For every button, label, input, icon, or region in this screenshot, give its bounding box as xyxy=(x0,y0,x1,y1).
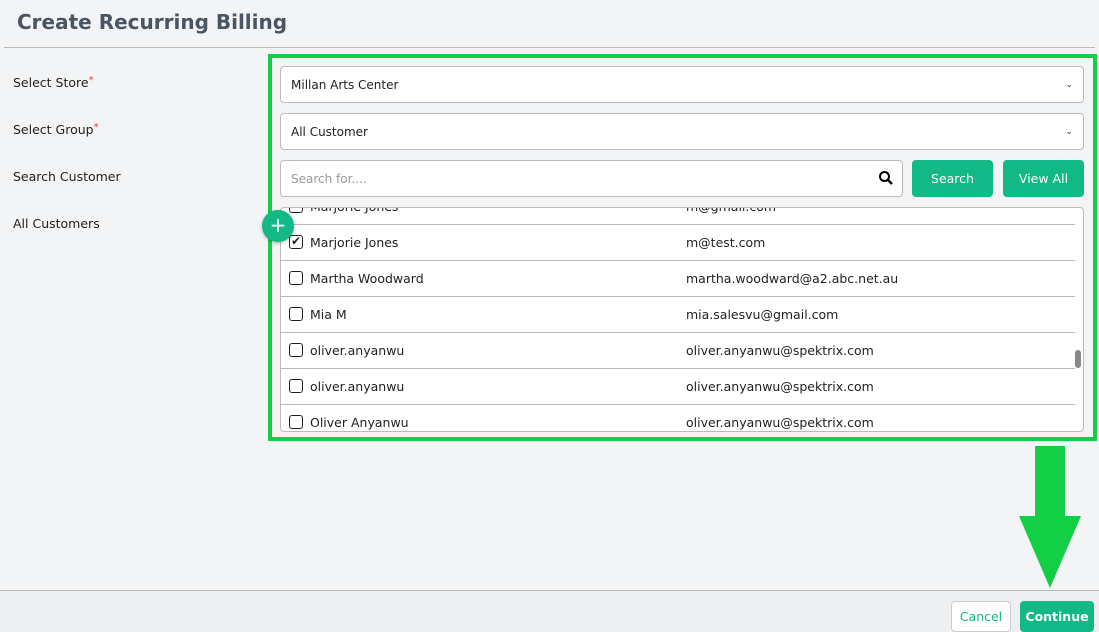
search-customer-label: Search Customer xyxy=(13,169,121,184)
checkbox[interactable] xyxy=(289,208,303,213)
customer-name: Oliver Anyanwu xyxy=(310,415,409,430)
view-all-button[interactable]: View All xyxy=(1003,160,1084,197)
group-select[interactable]: All Customer ⌄ xyxy=(280,113,1084,150)
customer-name: oliver.anyanwu xyxy=(310,343,405,358)
group-value: All Customer xyxy=(291,125,368,139)
chevron-down-icon: ⌄ xyxy=(1065,80,1073,90)
required-mark: * xyxy=(93,122,99,133)
divider xyxy=(4,47,1095,48)
required-mark: * xyxy=(88,75,94,86)
customer-rows: Marjorie Jones m@gmail.com ✔ Marjorie Jones… xyxy=(281,208,1075,431)
customer-email: martha.woodward@a2.abc.net.au xyxy=(686,271,899,286)
table-row[interactable]: Martha Woodward martha.woodward@a2.abc.ne… xyxy=(281,261,1075,297)
table-row[interactable]: ✔ Marjorie Jones m@test.com xyxy=(281,225,1075,261)
search-button[interactable]: Search xyxy=(912,160,993,197)
checkbox[interactable] xyxy=(289,343,303,357)
search-icon[interactable] xyxy=(878,170,894,186)
customer-list[interactable]: Marjorie Jones m@gmail.com ✔ Marjorie Jones… xyxy=(280,207,1084,432)
checkbox[interactable] xyxy=(289,415,303,429)
customer-email: oliver.anyanwu@spektrix.com xyxy=(686,379,874,394)
customer-email: m@gmail.com xyxy=(686,208,776,225)
page-title: Create Recurring Billing xyxy=(17,10,288,34)
customer-name: Mia M xyxy=(310,307,347,322)
table-row[interactable]: Oliver Anyanwu oliver.anyanwu@spektrix.co… xyxy=(281,405,1075,431)
store-label-text: Select Store xyxy=(13,75,89,90)
add-button[interactable]: + xyxy=(262,210,294,242)
customer-email: oliver.anyanwu@spektrix.com xyxy=(686,415,874,430)
group-label: Select Group* xyxy=(13,122,99,137)
customer-email: m@test.com xyxy=(686,235,766,250)
search-placeholder: Search for.... xyxy=(291,172,367,186)
scrollbar-thumb[interactable] xyxy=(1075,350,1081,368)
customer-name: Marjorie Jones xyxy=(310,235,399,250)
continue-button[interactable]: Continue xyxy=(1020,601,1094,632)
checkbox[interactable] xyxy=(289,307,303,321)
store-select[interactable]: Millan Arts Center ⌄ xyxy=(280,66,1084,103)
table-row[interactable]: oliver.anyanwu oliver.anyanwu@spektrix.co… xyxy=(281,333,1075,369)
customer-email: oliver.anyanwu@spektrix.com xyxy=(686,343,874,358)
group-label-text: Select Group xyxy=(13,122,94,137)
customer-name: Marjorie Jones xyxy=(310,208,398,225)
customer-name: Martha Woodward xyxy=(310,271,424,286)
cancel-button[interactable]: Cancel xyxy=(951,601,1011,632)
checkbox[interactable] xyxy=(289,271,303,285)
store-label: Select Store* xyxy=(13,75,94,90)
arrow-down-icon xyxy=(1019,446,1081,588)
table-row[interactable]: Marjorie Jones m@gmail.com xyxy=(281,208,1075,225)
checkbox[interactable] xyxy=(289,379,303,393)
chevron-down-icon: ⌄ xyxy=(1065,127,1073,137)
customer-email: mia.salesvu@gmail.com xyxy=(686,307,839,322)
customer-name: oliver.anyanwu xyxy=(310,379,405,394)
table-row[interactable]: Mia M mia.salesvu@gmail.com xyxy=(281,297,1075,333)
table-row[interactable]: oliver.anyanwu oliver.anyanwu@spektrix.co… xyxy=(281,369,1075,405)
store-value: Millan Arts Center xyxy=(291,78,399,92)
search-input[interactable]: Search for.... xyxy=(280,160,903,197)
checkbox[interactable]: ✔ xyxy=(289,235,303,249)
all-customers-label: All Customers xyxy=(13,216,100,231)
footer-bar xyxy=(0,590,1099,632)
